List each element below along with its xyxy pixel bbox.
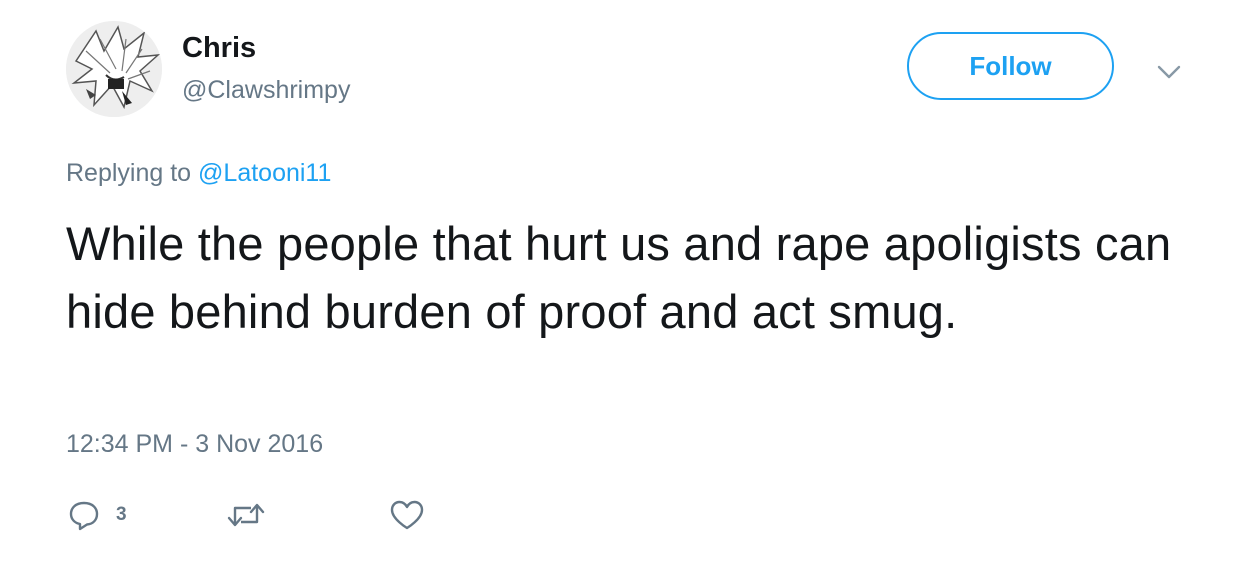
reply-count: 3: [116, 504, 127, 525]
tweet-card: Chris @Clawshrimpy Follow Replying to @L…: [0, 0, 1251, 563]
avatar-image: [66, 21, 162, 117]
avatar[interactable]: [66, 21, 162, 117]
reply-context: Replying to @Latooni11: [66, 157, 331, 189]
reply-button[interactable]: 3: [66, 495, 127, 535]
heart-icon: [390, 500, 424, 530]
tweet-text: While the people that hurt us and rape a…: [66, 217, 1172, 338]
reply-context-prefix: Replying to: [66, 159, 192, 187]
user-handle[interactable]: @Clawshrimpy: [182, 74, 350, 106]
reply-icon: [69, 501, 99, 531]
display-name[interactable]: Chris: [182, 30, 256, 66]
tweet-timestamp[interactable]: 12:34 PM - 3 Nov 2016: [66, 428, 323, 460]
retweet-button[interactable]: [226, 495, 266, 535]
retweet-icon: [227, 503, 265, 527]
like-button[interactable]: [388, 495, 426, 535]
chevron-down-icon[interactable]: [1155, 58, 1183, 86]
reply-mention-link[interactable]: @Latooni11: [198, 159, 331, 187]
tweet-actions: 3: [66, 495, 466, 535]
follow-button[interactable]: Follow: [907, 32, 1114, 100]
